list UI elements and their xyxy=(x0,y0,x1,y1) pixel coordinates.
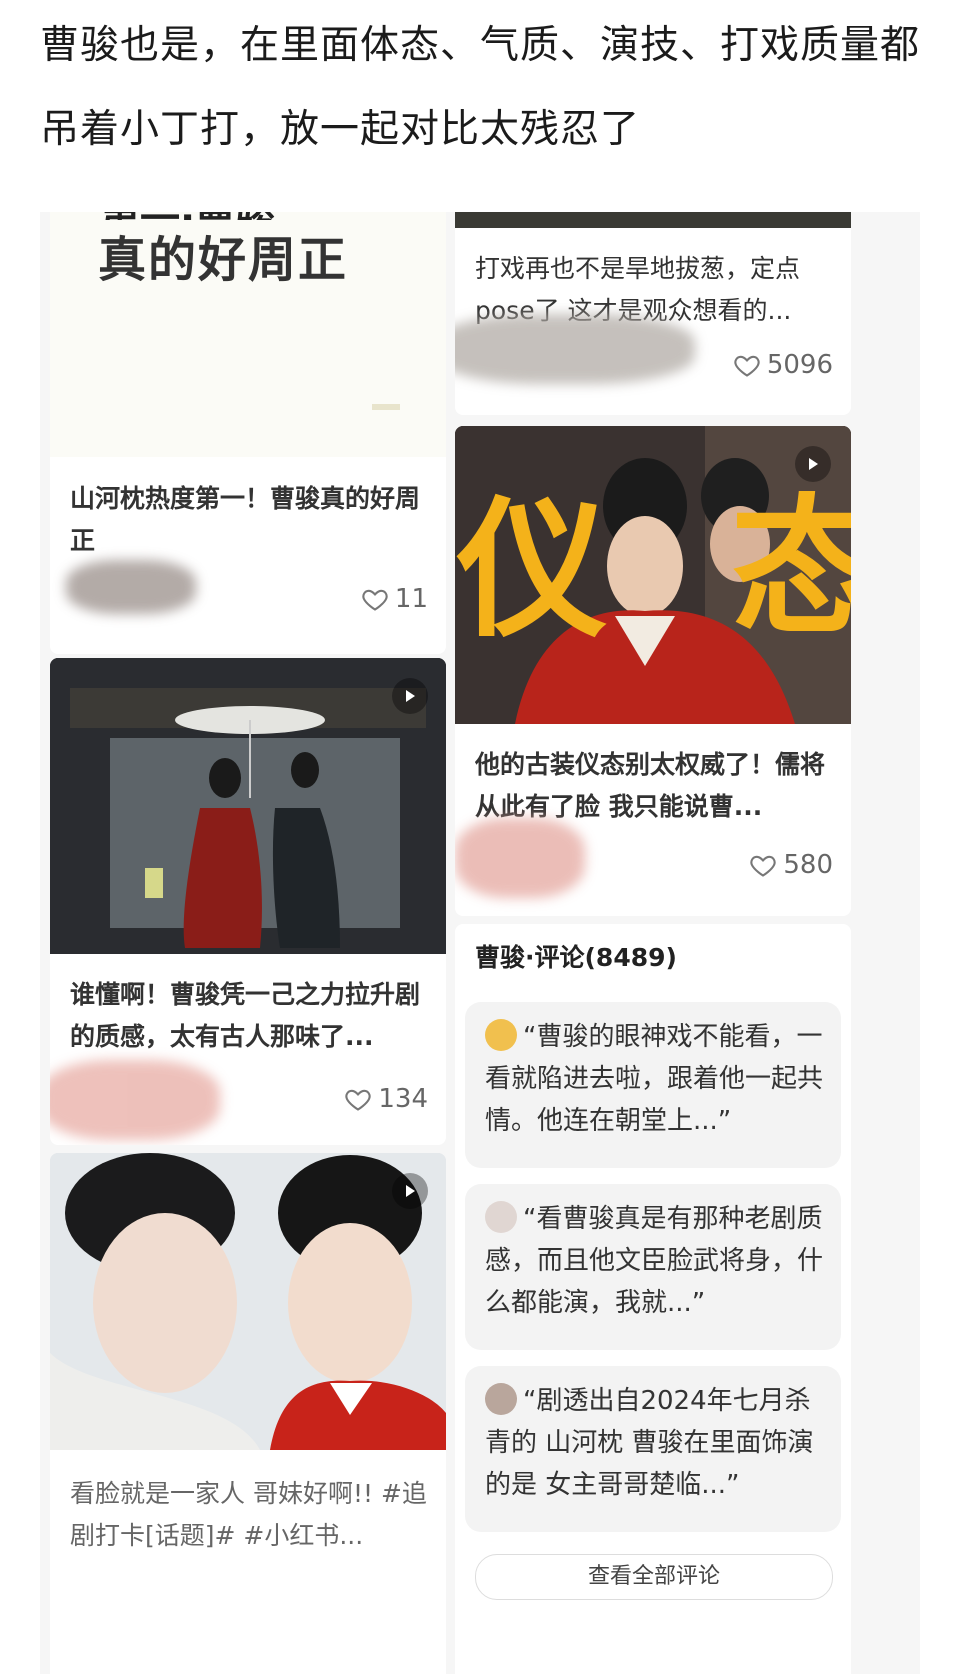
note-card[interactable]: 打戏再也不是旱地拔葱，定点pose了 这才是观众想看的... 5096 xyxy=(455,212,851,415)
view-all-label: 查看全部评论 xyxy=(587,1564,720,1589)
heart-icon xyxy=(345,1089,372,1111)
cover-image xyxy=(50,1153,446,1450)
comment-text: “剧透出自2024年七月杀青的 山河枕 曹骏在里面饰演的是 女主哥哥楚临...” xyxy=(485,1386,814,1500)
redacted-author xyxy=(66,560,196,614)
like-number: 134 xyxy=(378,1084,428,1114)
cover-scene xyxy=(50,658,446,954)
avatar xyxy=(485,1019,517,1051)
like-count[interactable]: 580 xyxy=(749,850,833,880)
comment-item[interactable]: “曹骏的眼神戏不能看，一看就陷进去啦，跟着他一起共情。他连在朝堂上...” xyxy=(465,1002,841,1168)
like-count[interactable]: 134 xyxy=(344,1084,428,1114)
avatar xyxy=(485,1383,517,1415)
comment-item[interactable]: “看曹骏真是有那种老剧质感，而且他文臣脸武将身，什么都能演，我就...” xyxy=(465,1184,841,1350)
comments-panel: 曹骏·评论(8489) “曹骏的眼神戏不能看，一看就陷进去啦，跟着他一起共情。他… xyxy=(455,924,851,1674)
cover-title: 真的好周正 xyxy=(98,232,349,288)
note-title[interactable]: 看脸就是一家人 哥妹好啊!! #追剧打卡[话题]# #小红书... xyxy=(70,1473,430,1557)
like-number: 5096 xyxy=(766,350,833,380)
redacted-author xyxy=(455,818,585,898)
note-card[interactable]: 第一·曹骏 真的好周正 山河枕热度第一！曹骏真的好周正 11 xyxy=(50,212,446,654)
like-number: 580 xyxy=(783,850,833,880)
play-icon xyxy=(795,446,831,482)
cover-decoration xyxy=(372,404,400,410)
like-count[interactable]: 5096 xyxy=(733,350,833,380)
cover-image: 仪 态 xyxy=(455,426,851,724)
heart-icon xyxy=(362,589,388,611)
cover-scene xyxy=(50,1153,446,1450)
view-all-comments-button[interactable]: 查看全部评论 xyxy=(475,1554,833,1600)
note-card[interactable]: 谁懂啊！曹骏凭一己之力拉升剧的质感，太有古人那味了... 134 xyxy=(50,658,446,1145)
cover-text-right: 态 xyxy=(731,482,851,656)
comment-text: “看曹骏真是有那种老剧质感，而且他文臣脸武将身，什么都能演，我就...” xyxy=(485,1204,824,1318)
note-card[interactable]: 看脸就是一家人 哥妹好啊!! #追剧打卡[话题]# #小红书... xyxy=(50,1153,446,1674)
post-text: 曹骏也是，在里面体态、气质、演技、打戏质量都吊着小丁打，放一起对比太残忍了 xyxy=(40,23,921,152)
redacted-author xyxy=(50,1060,220,1140)
note-title[interactable]: 他的古装仪态别太权威了！儒将从此有了脸 我只能说曹... xyxy=(475,744,835,828)
heart-icon xyxy=(734,355,760,377)
comment-item[interactable]: “剧透出自2024年七月杀青的 山河枕 曹骏在里面饰演的是 女主哥哥楚临...” xyxy=(465,1366,841,1532)
screenshot-feed: 第一·曹骏 真的好周正 山河枕热度第一！曹骏真的好周正 11 打戏再也不是旱地拔… xyxy=(40,212,920,1674)
like-number: 11 xyxy=(394,584,428,614)
note-card[interactable]: 仪 态 他的古装仪态别太权威了！儒将从此有了脸 我只能说曹... 580 xyxy=(455,426,851,916)
cover-subtitle: 第一·曹骏 xyxy=(100,212,275,220)
cover-text-left: 仪 xyxy=(457,484,608,658)
comment-text: “曹骏的眼神戏不能看，一看就陷进去啦，跟着他一起共情。他连在朝堂上...” xyxy=(485,1022,824,1136)
note-title[interactable]: 谁懂啊！曹骏凭一己之力拉升剧的质感，太有古人那味了... xyxy=(70,974,430,1058)
play-icon xyxy=(392,1173,428,1209)
redacted-author xyxy=(455,314,695,384)
cover-image: 第一·曹骏 真的好周正 xyxy=(50,212,446,457)
cover-image xyxy=(50,658,446,954)
play-icon xyxy=(392,678,428,714)
cover-image xyxy=(455,212,851,228)
avatar xyxy=(485,1201,517,1233)
like-count[interactable]: 11 xyxy=(361,584,428,614)
heart-icon xyxy=(750,855,777,877)
note-title[interactable]: 山河枕热度第一！曹骏真的好周正 xyxy=(70,478,430,562)
comments-header: 曹骏·评论(8489) xyxy=(475,943,677,972)
